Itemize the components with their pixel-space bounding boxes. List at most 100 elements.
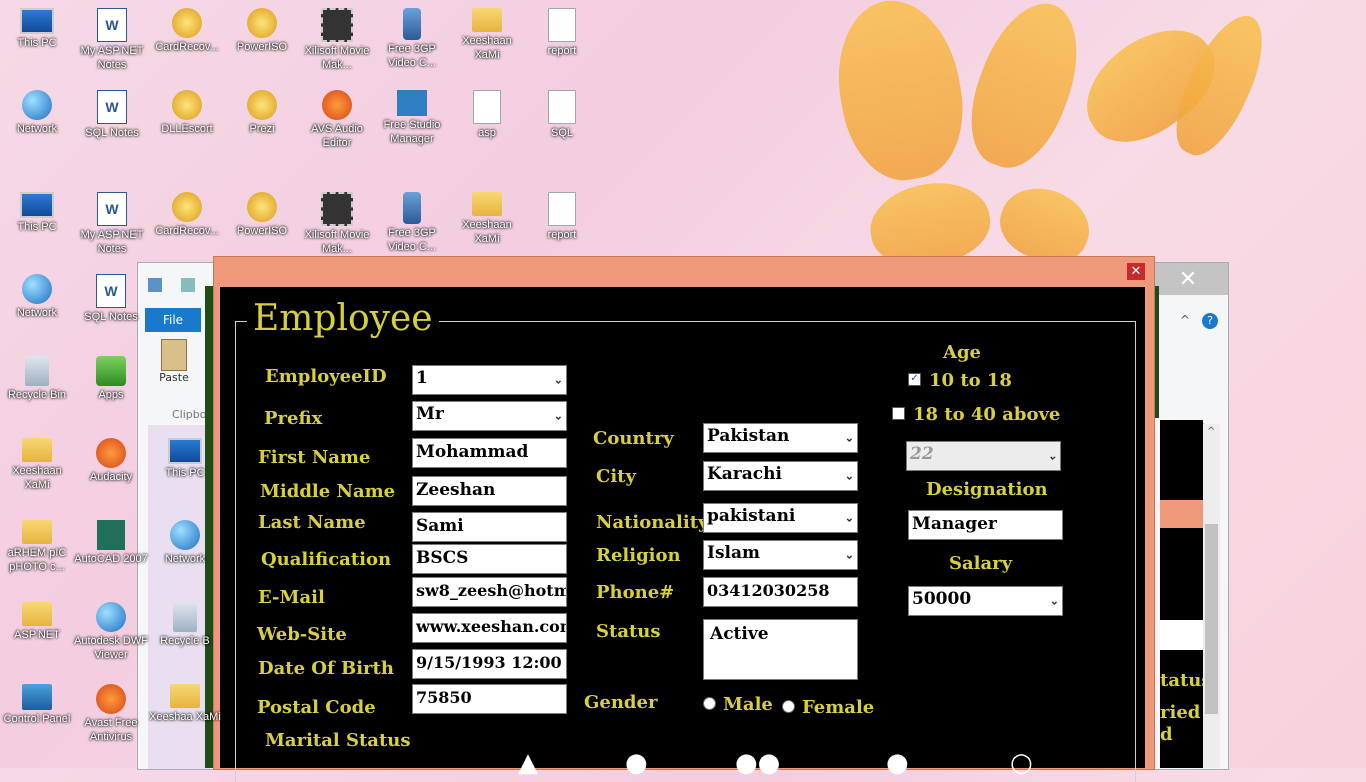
desktop-icon[interactable]: This PC: [148, 438, 222, 480]
desktop-icon[interactable]: aRHEM pIC pHOTO c...: [0, 520, 74, 574]
desktop-icon[interactable]: This PC: [0, 192, 74, 234]
male-radio[interactable]: [703, 697, 716, 710]
bin-icon: [173, 602, 197, 632]
properties-icon[interactable]: [181, 278, 196, 292]
desktop-icon[interactable]: CardRecov...: [150, 8, 224, 54]
last-name-input[interactable]: Sami: [412, 512, 567, 542]
city-value: Karachi: [707, 464, 782, 484]
desktop-icon[interactable]: Control Panel: [0, 684, 74, 726]
scrollbar-thumb[interactable]: [1205, 524, 1218, 714]
salary-select[interactable]: 50000 ⌄: [908, 586, 1063, 616]
city-select[interactable]: Karachi ⌄: [703, 461, 858, 491]
desktop-icon[interactable]: W My ASP.NET Notes: [75, 8, 149, 72]
desktop-icon[interactable]: Autodesk DWF Viewer: [74, 602, 148, 662]
close-button[interactable]: ✕: [1127, 263, 1145, 280]
desktop-icon[interactable]: Network: [0, 90, 74, 136]
employee-id-select[interactable]: 1 ⌄: [412, 365, 567, 395]
desktop-icon[interactable]: report: [525, 8, 599, 58]
phone-input[interactable]: 03412030258: [703, 577, 858, 607]
status-textarea[interactable]: Active: [703, 619, 858, 680]
designation-input[interactable]: Manager: [908, 510, 1063, 540]
desktop-icon[interactable]: Apps: [74, 356, 148, 402]
desktop-icon-label: Audacity: [89, 471, 133, 483]
desktop-icon[interactable]: CardRecov...: [150, 192, 224, 238]
desktop-icon[interactable]: Recycle B: [148, 602, 222, 648]
desktop-icon[interactable]: This PC: [0, 8, 74, 50]
scroll-up-icon[interactable]: ^: [1207, 426, 1215, 437]
desktop-icon[interactable]: Xeeshaan XaMi: [0, 438, 74, 492]
close-icon[interactable]: ✕: [1148, 263, 1228, 295]
qualification-input[interactable]: BSCS: [412, 544, 567, 574]
religion-select[interactable]: Islam ⌄: [703, 540, 858, 570]
first-name-input[interactable]: Mohammad: [412, 438, 567, 468]
nationality-value: pakistani: [707, 506, 796, 526]
postal-code-input[interactable]: 75850: [412, 684, 567, 714]
desktop-icon-label: aRHEM pIC pHOTO c...: [7, 547, 67, 573]
desktop-icon[interactable]: W SQL Notes: [74, 274, 148, 324]
paste-button[interactable]: Paste: [156, 339, 192, 384]
collapse-ribbon-icon[interactable]: ^: [1180, 313, 1194, 327]
desktop-icon[interactable]: Audacity: [74, 438, 148, 484]
desktop-icon[interactable]: Prezi: [225, 90, 299, 136]
desktop-icon[interactable]: Free Studio Manager: [375, 90, 449, 146]
desktop-icon-label: Control Panel: [3, 713, 71, 725]
middle-name-input[interactable]: Zeeshan: [412, 476, 567, 506]
desktop-icon[interactable]: Recycle Bin: [0, 356, 74, 402]
help-icon[interactable]: ?: [1202, 313, 1218, 329]
desktop-icon-label: ASP.NET: [14, 629, 60, 641]
desktop-icon[interactable]: report: [525, 192, 599, 242]
desktop-icon[interactable]: DLLEscort: [150, 90, 224, 136]
desktop-icon-label: CardRecov...: [155, 41, 219, 53]
desktop-icon[interactable]: AVS Audio Editor: [300, 90, 374, 150]
desktop-icon[interactable]: Network: [148, 520, 222, 566]
marital-status-label: Marital Status: [265, 730, 411, 751]
pc-icon: [20, 8, 54, 34]
desktop-icon[interactable]: Xeeshaan XaMi: [450, 192, 524, 246]
desktop-icon-label: DLLEscort: [161, 123, 213, 135]
prefix-select[interactable]: Mr ⌄: [412, 401, 567, 431]
desktop-icon-label: Xilisoft Movie Mak...: [304, 229, 370, 255]
website-input[interactable]: www.xeeshan.com: [412, 613, 567, 643]
desktop-icon[interactable]: Network: [0, 274, 74, 320]
age-select[interactable]: 22 ⌄: [906, 441, 1061, 471]
desktop-icon-label: CardRecov...: [155, 225, 219, 237]
desktop-icon[interactable]: PowerISO: [225, 8, 299, 54]
save-icon[interactable]: [148, 278, 162, 292]
country-label: Country: [593, 428, 674, 449]
age-10-18-checkbox[interactable]: ✓: [908, 373, 921, 386]
desktop-icon[interactable]: SQL: [525, 90, 599, 140]
email-input[interactable]: sw8_zeesh@hotm: [412, 577, 567, 607]
country-select[interactable]: Pakistan ⌄: [703, 423, 858, 453]
desktop-icon[interactable]: Xeeshaan XaMi: [450, 8, 524, 62]
desktop-icon[interactable]: W SQL Notes: [75, 90, 149, 140]
desktop-icon[interactable]: Xilisoft Movie Mak...: [300, 8, 374, 72]
file-tab[interactable]: File: [145, 308, 201, 332]
globe-icon: [22, 90, 52, 120]
round-icon: [247, 8, 277, 38]
desktop-icon-label: Avast Free Antivirus: [84, 717, 138, 743]
desktop-icon[interactable]: PowerISO: [225, 192, 299, 238]
desktop-icon-label: Network: [16, 307, 58, 319]
desktop-icon[interactable]: Xeeshaa XaMi: [148, 684, 222, 724]
preview-input: [1160, 620, 1203, 650]
desktop-icon[interactable]: W My ASP.NET Notes: [75, 192, 149, 256]
phone-icon: [403, 8, 421, 40]
chevron-down-icon: ⌄: [844, 511, 854, 525]
desktop-icon-label: Free 3GP Video C...: [387, 43, 437, 69]
doc-icon: [548, 90, 576, 124]
age-18-40-checkbox[interactable]: [892, 407, 905, 420]
desktop-icon[interactable]: Free 3GP Video C...: [375, 192, 449, 254]
phone-icon: [403, 192, 421, 224]
date-of-birth-picker[interactable]: 9/15/1993 12:00: [412, 649, 567, 679]
married-fragment: ried: [1160, 702, 1201, 723]
desktop-icon[interactable]: ASP.NET: [0, 602, 74, 642]
desktop-icon[interactable]: AutoCAD 2007: [74, 520, 148, 566]
scrollbar[interactable]: ^: [1203, 424, 1220, 768]
chevron-down-icon: ⌄: [844, 431, 854, 445]
desktop-icon[interactable]: asp: [450, 90, 524, 140]
desktop-icon[interactable]: Xilisoft Movie Mak...: [300, 192, 374, 256]
desktop-icon[interactable]: Avast Free Antivirus: [74, 684, 148, 744]
desktop-icon[interactable]: Free 3GP Video C...: [375, 8, 449, 70]
female-radio[interactable]: [782, 700, 795, 713]
nationality-select[interactable]: pakistani ⌄: [703, 503, 858, 533]
